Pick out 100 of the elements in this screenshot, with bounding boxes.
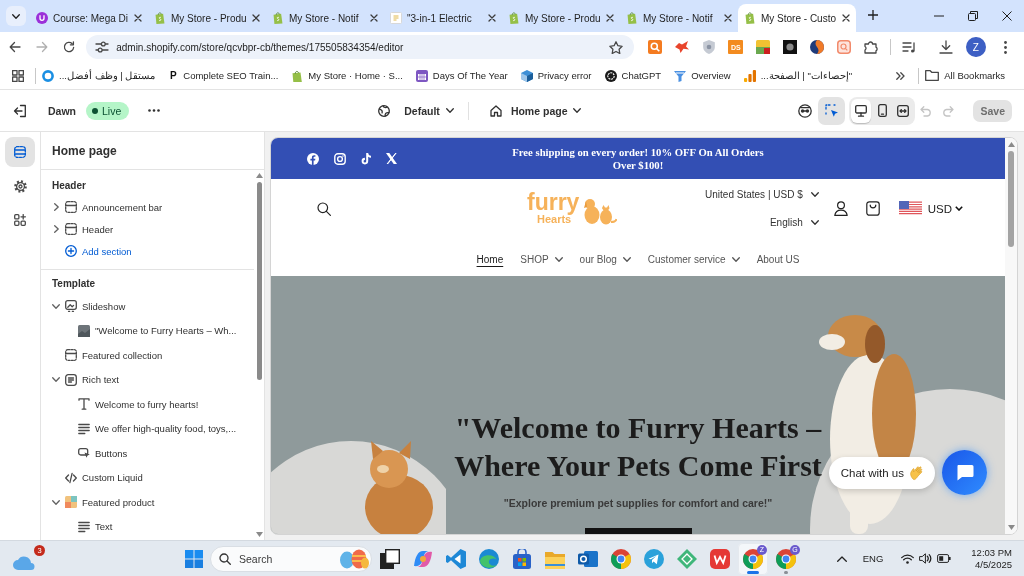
chat-bubble[interactable]: Chat with us [828,457,935,489]
profile-avatar[interactable]: Z [966,37,986,57]
chevron-right-icon[interactable] [53,225,59,233]
search-field[interactable]: Search [239,552,331,565]
facebook-icon[interactable] [307,152,319,165]
wifi-icon [901,553,915,564]
scroll-up-arrow-icon[interactable] [255,173,263,178]
block-item[interactable]: We offer high-quality food, toys,... [41,416,254,441]
bookmark[interactable]: P Complete SEO Train... [168,64,279,87]
bookmark[interactable]: My Store · Home · S... [291,64,403,87]
tiktok-icon[interactable] [361,152,371,165]
browser-tab[interactable]: My Store - Produ [502,4,620,32]
browser-tab[interactable]: My Store - Notif [620,4,738,32]
desktop-view-button[interactable] [851,98,872,123]
block-item[interactable]: Welcome to furry hearts! [41,392,254,417]
account-icon[interactable] [833,201,848,216]
home-icon [489,104,502,117]
scroll-up-arrow-icon[interactable] [1007,142,1015,147]
section-item[interactable]: Custom Liquid [41,465,254,490]
hero-heading: "Welcome to Furry Hearts – Where Your Pets Come First [454,410,822,484]
close-icon[interactable] [134,14,142,22]
bookmark[interactable]: مستقل | وظف أفضل... [42,64,156,87]
section-item[interactable]: Rich text [41,367,254,392]
nav-link[interactable]: SHOP [520,253,563,265]
shopping-bag-icon [626,12,638,24]
ring-icon [42,69,54,82]
bookmark-star-icon[interactable] [609,40,624,54]
bookmark[interactable]: "إحصاءات" | الصفحة... [743,64,853,87]
product-thumbnail-icon [65,496,77,509]
scroll-down-arrow-icon[interactable] [255,532,263,537]
inspector-button[interactable] [818,96,846,125]
browser-icon [611,548,631,569]
shopping-bag-icon [272,12,284,24]
page-selector[interactable]: Home page [485,97,586,124]
browser-tab[interactable]: Course: Mega Di [30,4,148,32]
close-icon[interactable] [488,14,496,22]
bookmark[interactable]: Privacy error [520,64,592,87]
chevron-down-icon[interactable] [52,499,60,505]
country-selector[interactable]: United States | USD $ [705,185,819,204]
weather-cloud-icon [12,554,36,570]
close-icon[interactable] [606,14,614,22]
section-item[interactable]: Header [41,218,254,240]
browser-tab[interactable]: "3-in-1 Electric [384,4,502,32]
address-bar[interactable]: admin.shopify.com/store/qcvbpr-cb/themes/175505834354/editor [86,35,635,59]
close-icon[interactable] [370,14,378,22]
block-item[interactable]: Buttons [41,441,254,466]
scrollbar-thumb[interactable] [1008,151,1014,247]
undo-icon [920,104,933,117]
search-icon[interactable] [317,201,331,216]
shopping-bag-icon [291,69,304,82]
search-bar[interactable]: Search [210,545,372,572]
wave-browser-icon [479,548,499,569]
running-indicator [784,570,788,574]
cart-icon[interactable] [865,201,880,216]
block-item[interactable]: "Welcome to Furry Hearts – Wh... [41,318,254,343]
theme-name: Dawn [48,104,76,117]
bookmark[interactable]: Days Of The Year [415,64,508,87]
bookmark[interactable]: Overview [674,64,731,87]
x-logo-icon[interactable] [386,153,397,164]
nav-link[interactable]: About US [756,253,800,265]
site-settings-icon[interactable] [95,41,110,53]
clock[interactable]: 12:03 PM 4/5/2025 [971,546,1012,571]
apps-button[interactable] [11,68,25,83]
sections-tab[interactable] [5,137,35,167]
browser-icon [743,548,763,569]
browser-tab[interactable]: My Store - Custo [738,4,856,32]
dotted-ring-logo-icon [604,69,617,82]
nav-link[interactable]: Home [476,253,504,265]
scrollbar-thumb[interactable] [256,182,262,380]
language-selector[interactable]: English [769,213,819,232]
section-item[interactable]: Announcement bar [41,196,254,218]
section-item[interactable]: Featured product [41,490,254,515]
monitor-icon [855,104,868,117]
template-selector[interactable]: Default [374,97,458,124]
chevron-right-icon[interactable] [53,203,59,211]
close-icon[interactable] [252,14,260,22]
all-bookmarks-button[interactable]: All Bookmarks [925,64,1005,87]
bookmark[interactable]: ChatGPT [604,64,662,87]
close-icon[interactable] [724,14,732,22]
calendar-icon [415,69,428,82]
add-section-button[interactable]: Add section [41,240,254,262]
currency-selector[interactable]: USD [898,201,963,216]
instagram-icon[interactable] [334,152,346,165]
nav-link[interactable]: Customer service [647,253,740,265]
section-item[interactable]: Featured collection [41,343,254,368]
chevron-down-icon[interactable] [52,377,60,383]
battery-icon [937,554,952,563]
input-language[interactable]: ENG [862,553,884,564]
chevron-down-icon[interactable] [52,303,60,309]
more-vertical-icon [1003,40,1007,54]
tab-search-button[interactable] [6,6,26,26]
close-icon[interactable] [842,14,850,22]
nav-link[interactable]: our Blog [579,253,631,265]
browser-tab[interactable]: My Store - Produ [148,4,266,32]
block-item[interactable]: Text [41,514,254,539]
start-icon [185,549,203,568]
section-item[interactable]: Slideshow [41,294,254,319]
browser-tab[interactable]: My Store - Notif [266,4,384,32]
scroll-down-arrow-icon[interactable] [1007,525,1015,530]
chevron-down-icon [445,108,454,113]
